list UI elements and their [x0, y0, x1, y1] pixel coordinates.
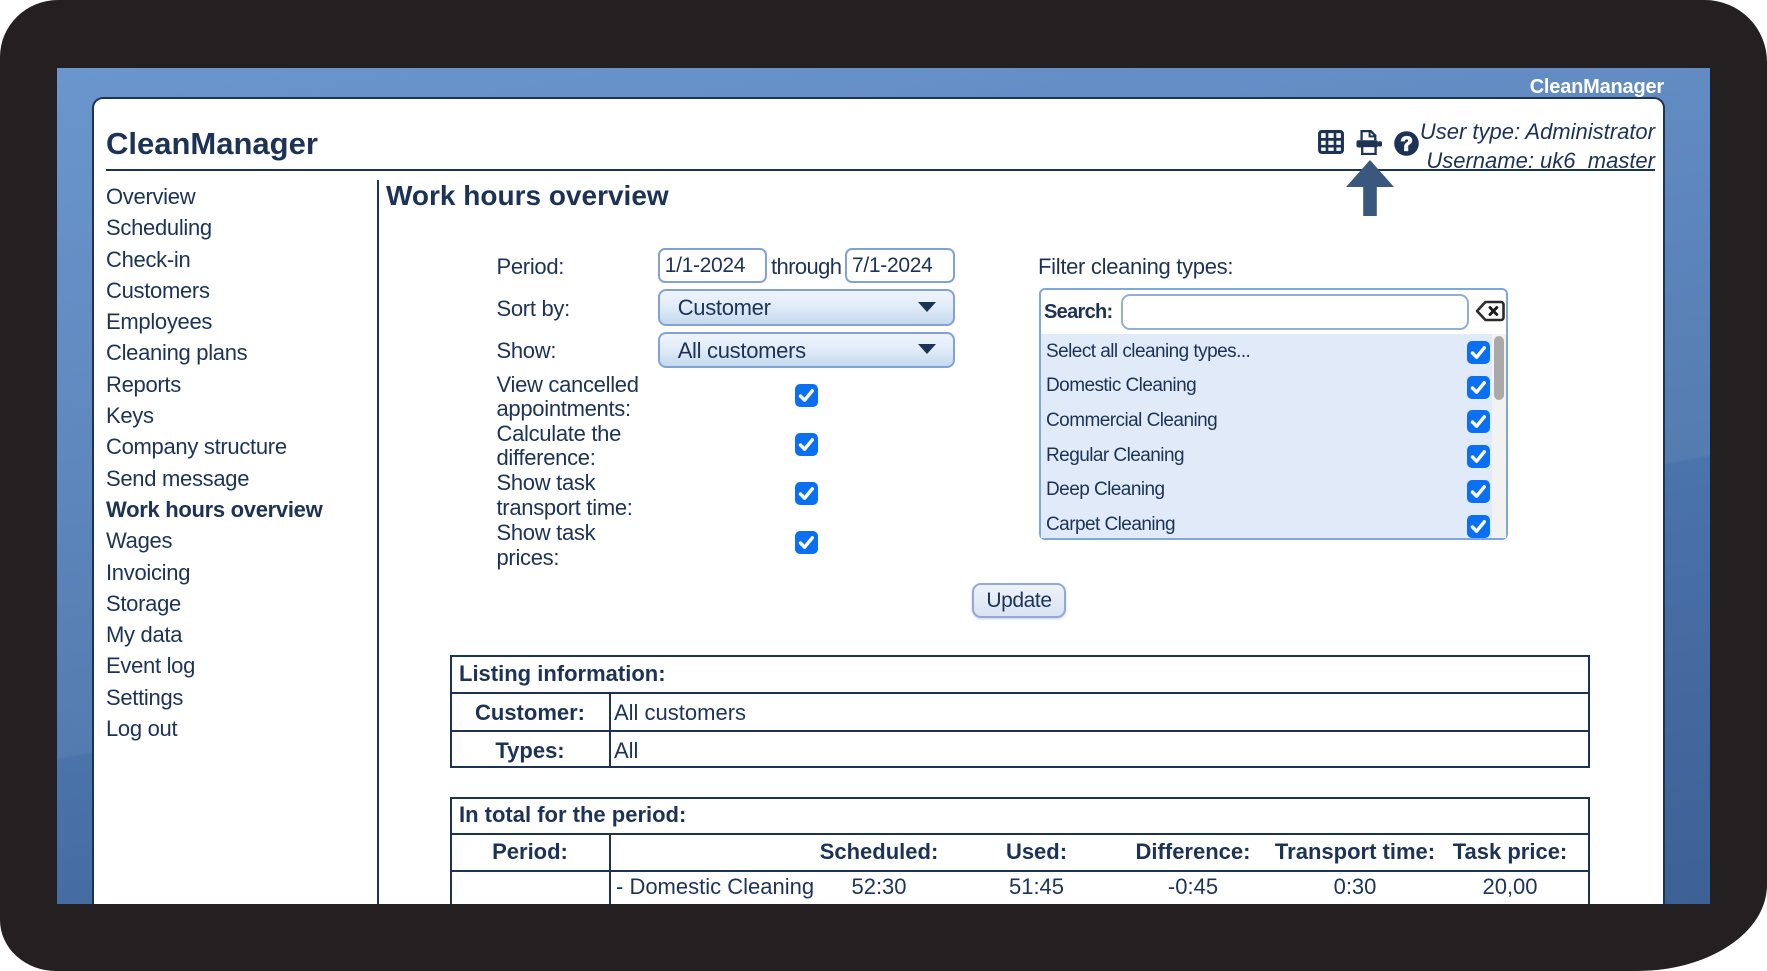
svg-text:?: ? — [1400, 134, 1412, 156]
